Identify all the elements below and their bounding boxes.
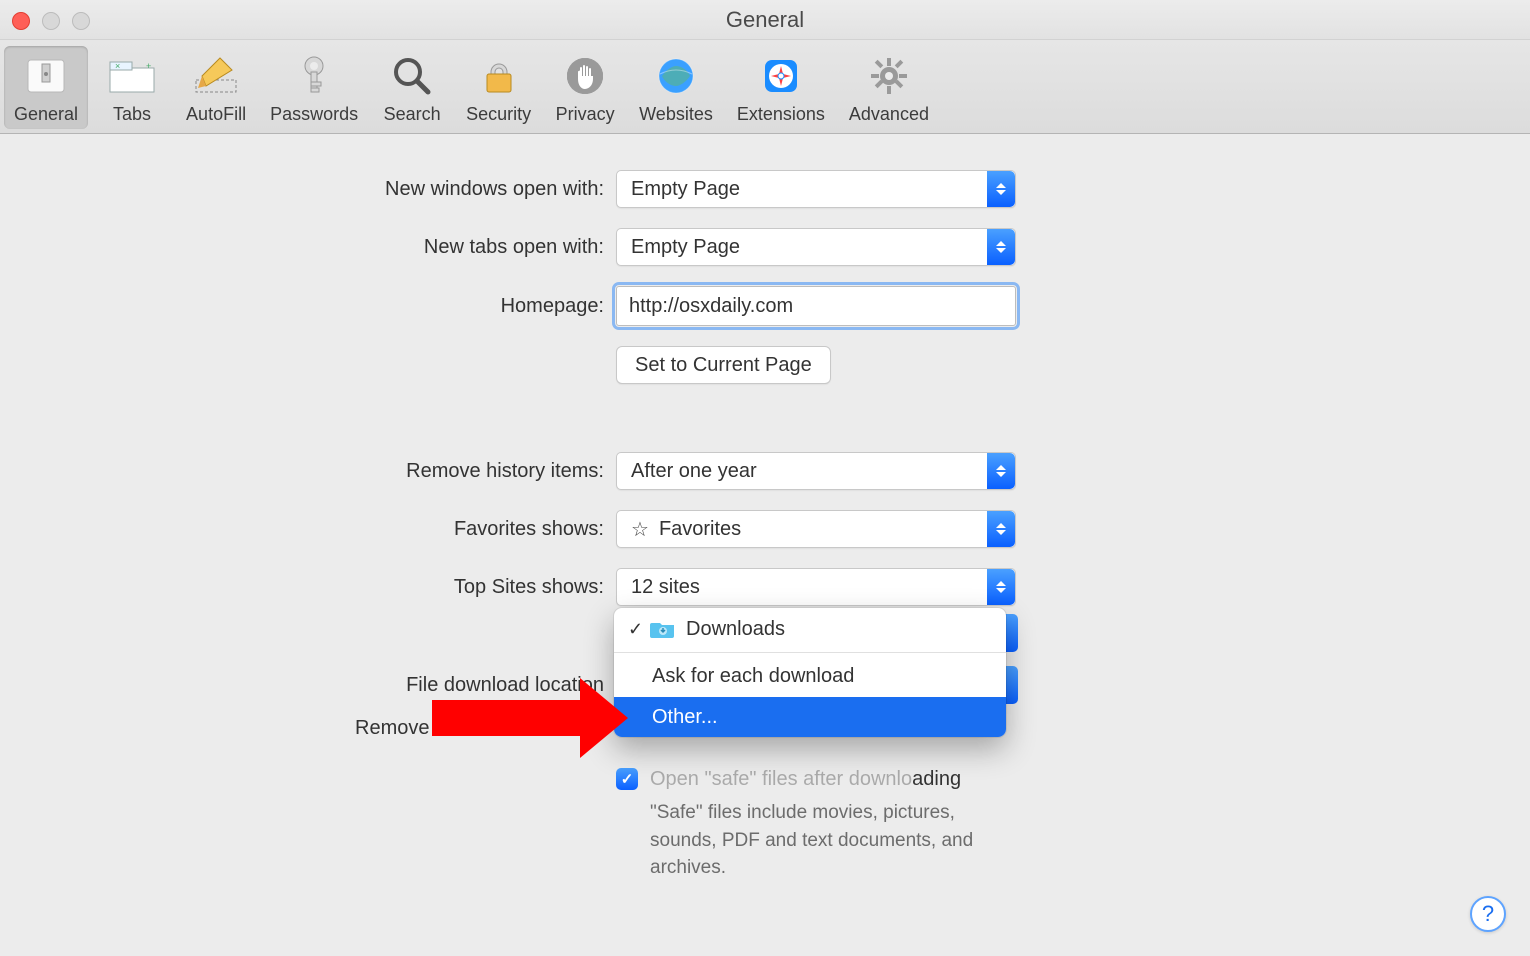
menu-item-label: Ask for each download bbox=[652, 665, 854, 688]
chevron-updown-icon bbox=[987, 229, 1015, 265]
chevron-updown-icon bbox=[1004, 666, 1018, 704]
menu-item-label: Other... bbox=[652, 706, 718, 729]
passwords-icon bbox=[290, 52, 338, 100]
remove-history-label: Remove history items: bbox=[0, 460, 616, 483]
svg-text:×: × bbox=[115, 61, 120, 71]
toolbar-tab-label: Privacy bbox=[556, 104, 615, 125]
toolbar-tab-label: Extensions bbox=[737, 104, 825, 125]
favorites-value: Favorites bbox=[659, 518, 741, 541]
menu-item-other[interactable]: Other... bbox=[614, 697, 1006, 737]
toolbar-tab-autofill[interactable]: AutoFill bbox=[176, 46, 256, 129]
general-preferences-panel: New windows open with: Empty Page New ta… bbox=[0, 134, 1530, 882]
topsites-value: 12 sites bbox=[631, 576, 700, 599]
chevron-updown-icon bbox=[987, 453, 1015, 489]
set-current-page-button[interactable]: Set to Current Page bbox=[616, 346, 831, 384]
tabs-icon: × + bbox=[108, 52, 156, 100]
menu-separator bbox=[614, 652, 1006, 653]
safe-note: "Safe" files include movies, pictures, s… bbox=[650, 799, 1016, 882]
toolbar-tab-privacy[interactable]: Privacy bbox=[545, 46, 625, 129]
topsites-label: Top Sites shows: bbox=[0, 576, 616, 599]
toolbar-tab-label: Websites bbox=[639, 104, 713, 125]
toolbar-tab-search[interactable]: Search bbox=[372, 46, 452, 129]
download-location-menu: ✓ Downloads Ask for each download Other.… bbox=[614, 608, 1006, 737]
chevron-updown-icon bbox=[987, 569, 1015, 605]
minimize-window-button[interactable] bbox=[42, 12, 60, 30]
new-tabs-label: New tabs open with: bbox=[0, 236, 616, 259]
remove-history-popup[interactable]: After one year bbox=[616, 452, 1016, 490]
toolbar-tab-label: General bbox=[14, 104, 78, 125]
window-controls bbox=[12, 12, 90, 30]
toolbar-tab-passwords[interactable]: Passwords bbox=[260, 46, 368, 129]
websites-icon bbox=[652, 52, 700, 100]
advanced-icon bbox=[865, 52, 913, 100]
privacy-icon bbox=[561, 52, 609, 100]
help-icon: ? bbox=[1482, 901, 1494, 927]
remove-history-value: After one year bbox=[631, 460, 757, 483]
annotation-arrow bbox=[432, 700, 580, 736]
toolbar-tab-label: Passwords bbox=[270, 104, 358, 125]
toolbar-tab-tabs[interactable]: × + Tabs bbox=[92, 46, 172, 129]
toolbar-tab-label: Advanced bbox=[849, 104, 929, 125]
new-tabs-popup[interactable]: Empty Page bbox=[616, 228, 1016, 266]
menu-item-label: Downloads bbox=[686, 618, 785, 641]
zoom-window-button[interactable] bbox=[72, 12, 90, 30]
download-location-label: File download location bbox=[0, 674, 616, 697]
chevron-updown-icon bbox=[987, 171, 1015, 207]
svg-text:+: + bbox=[146, 61, 151, 71]
titlebar: General bbox=[0, 0, 1530, 40]
toolbar-tab-advanced[interactable]: Advanced bbox=[839, 46, 939, 129]
topsites-popup[interactable]: 12 sites bbox=[616, 568, 1016, 606]
star-icon: ☆ bbox=[631, 517, 649, 542]
toolbar-tab-extensions[interactable]: Extensions bbox=[727, 46, 835, 129]
security-icon bbox=[475, 52, 523, 100]
homepage-label: Homepage: bbox=[0, 295, 616, 318]
new-windows-popup[interactable]: Empty Page bbox=[616, 170, 1016, 208]
search-icon bbox=[388, 52, 436, 100]
toolbar-tab-label: AutoFill bbox=[186, 104, 246, 125]
new-windows-value: Empty Page bbox=[631, 178, 740, 201]
window-title: General bbox=[726, 7, 804, 33]
toolbar-tab-label: Tabs bbox=[113, 104, 151, 125]
favorites-popup[interactable]: ☆ Favorites bbox=[616, 510, 1016, 548]
menu-item-downloads[interactable]: ✓ Downloads bbox=[614, 608, 1006, 650]
autofill-icon bbox=[192, 52, 240, 100]
favorites-label: Favorites shows: bbox=[0, 518, 616, 541]
toolbar-tab-websites[interactable]: Websites bbox=[629, 46, 723, 129]
chevron-updown-icon bbox=[1004, 614, 1018, 652]
toolbar-tab-general[interactable]: General bbox=[4, 46, 88, 129]
checkmark-icon: ✓ bbox=[628, 619, 650, 640]
button-label: Set to Current Page bbox=[635, 354, 812, 377]
toolbar-tab-security[interactable]: Security bbox=[456, 46, 541, 129]
menu-item-ask[interactable]: Ask for each download bbox=[614, 655, 1006, 697]
extensions-icon bbox=[757, 52, 805, 100]
new-tabs-value: Empty Page bbox=[631, 236, 740, 259]
open-safe-label: Open "safe" files after downloading bbox=[650, 768, 1016, 791]
new-windows-label: New windows open with: bbox=[0, 178, 616, 201]
homepage-input[interactable] bbox=[616, 286, 1016, 326]
chevron-updown-icon bbox=[987, 511, 1015, 547]
close-window-button[interactable] bbox=[12, 12, 30, 30]
preferences-toolbar: General × + Tabs AutoFill bbox=[0, 40, 1530, 134]
toolbar-tab-label: Search bbox=[384, 104, 441, 125]
open-safe-checkbox[interactable]: ✓ bbox=[616, 768, 638, 790]
general-icon bbox=[22, 52, 70, 100]
folder-icon bbox=[650, 619, 676, 639]
toolbar-tab-label: Security bbox=[466, 104, 531, 125]
help-button[interactable]: ? bbox=[1470, 896, 1506, 932]
